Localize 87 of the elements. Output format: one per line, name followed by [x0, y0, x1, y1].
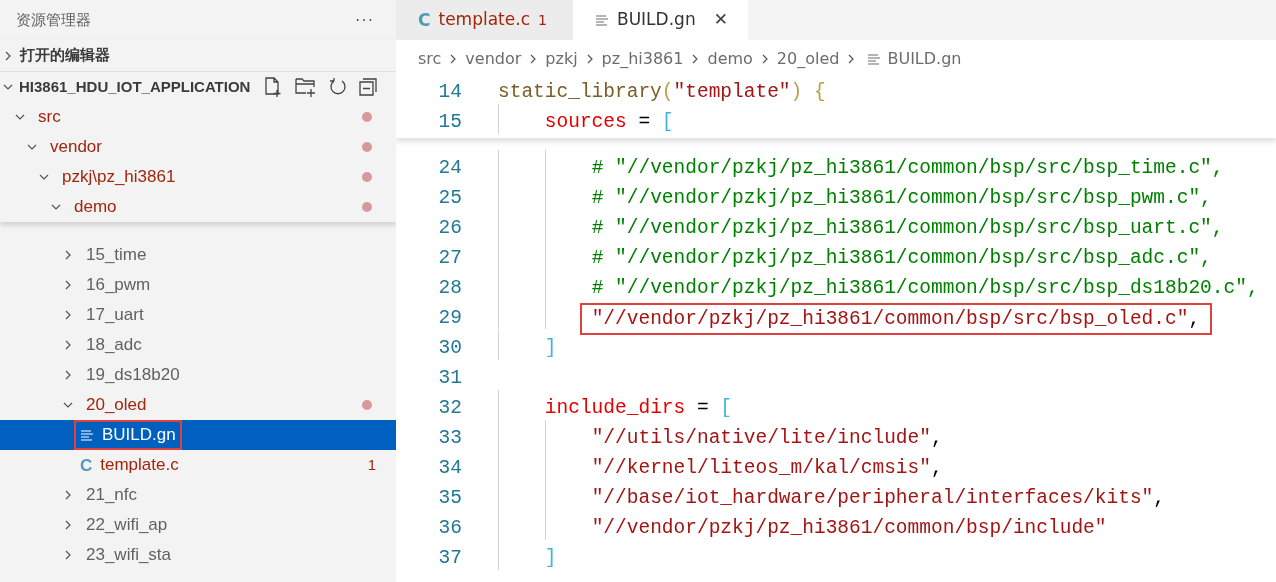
tree-item[interactable]: 20_oled	[0, 390, 396, 420]
line-number: 25	[437, 186, 462, 212]
breadcrumb-item[interactable]: pz_hi3861	[601, 47, 684, 71]
tab-label: BUILD.gn	[617, 8, 696, 32]
tree-item[interactable]: 17_uart	[0, 300, 396, 330]
tree-item[interactable]: 21_nfc	[0, 480, 396, 510]
code-line: # "//vendor/pzkj/pz_hi3861/common/bsp/src/bsp_uart.c",	[590, 216, 1224, 242]
line-number: 36	[437, 516, 462, 542]
line-number: 30	[437, 336, 462, 362]
item-label: 22_wifi_ap	[86, 514, 168, 537]
line-number: 28	[437, 276, 462, 302]
line-number: 37	[437, 546, 462, 572]
tree-item[interactable]: 22_wifi_ap	[0, 510, 396, 540]
item-label: template.c	[100, 454, 179, 477]
code-line: # "//vendor/pzkj/pz_hi3861/common/bsp/src/bsp_time.c",	[590, 156, 1224, 182]
code-line: # "//vendor/pzkj/pz_hi3861/common/bsp/src/bsp_pwm.c",	[590, 186, 1212, 212]
code-line: # "//vendor/pzkj/pz_hi3861/common/bsp/src/bsp_ds18b20.c",	[590, 276, 1259, 302]
breadcrumb-item[interactable]: 20_oled	[776, 47, 840, 71]
item-label: 16_pwm	[86, 274, 151, 297]
code-line: static_library("template") {	[498, 80, 826, 106]
code-line: "//utils/native/lite/include",	[590, 426, 943, 452]
item-label: 23_wifi_sta	[86, 544, 172, 567]
code-line: sources = [	[543, 110, 674, 136]
c-file-icon: C	[80, 456, 93, 474]
item-label: 15_time	[86, 244, 147, 267]
lines-icon	[595, 14, 609, 26]
line-number: 34	[437, 456, 462, 482]
new-folder-icon[interactable]	[294, 76, 318, 98]
item-label: src	[38, 106, 61, 129]
item-label: pzkj\pz_hi3861	[62, 166, 176, 189]
item-label: BUILD.gn	[102, 424, 176, 447]
editor-tab[interactable]: BUILD.gn ✕	[573, 0, 748, 40]
line-number: 35	[437, 486, 462, 512]
tree-item[interactable]: 19_ds18b20	[0, 360, 396, 390]
breadcrumb-item[interactable]: src	[418, 47, 442, 71]
c-file-icon: C	[418, 11, 431, 29]
tree-item[interactable]: pzkj\pz_hi3861	[0, 162, 396, 192]
lines-icon	[80, 429, 94, 441]
tree-item[interactable]: vendor	[0, 132, 396, 162]
tree-item[interactable]: BUILD.gn	[0, 420, 396, 450]
breadcrumb-item[interactable]: vendor	[465, 47, 522, 71]
sidebar-title: 资源管理器	[16, 9, 91, 30]
tree-item[interactable]: 16_pwm	[0, 270, 396, 300]
code-line: "//base/iot_hardware/peripheral/interfaces/kits",	[590, 486, 1166, 512]
code-line: "//vendor/pzkj/pz_hi3861/common/bsp/include"	[590, 516, 1107, 542]
item-label: 18_adc	[86, 334, 142, 357]
line-number: 32	[437, 396, 462, 422]
line-number: 14	[437, 80, 462, 106]
more-actions-button[interactable]: ···	[355, 8, 374, 32]
tree-item[interactable]: C template.c 1	[0, 450, 396, 480]
item-label: vendor	[50, 136, 102, 159]
item-label: 17_uart	[86, 304, 144, 327]
breadcrumb-item[interactable]: BUILD.gn	[887, 47, 962, 71]
item-label: 21_nfc	[86, 484, 138, 507]
lines-icon	[867, 53, 882, 65]
line-number: 27	[437, 246, 462, 272]
editor-tab[interactable]: C template.c 1	[396, 0, 573, 40]
refresh-icon[interactable]	[328, 77, 348, 97]
problem-count: 1	[367, 454, 376, 475]
project-header[interactable]: HI3861_HDU_IOT_APPLICATION	[0, 72, 396, 102]
tree-item[interactable]: src	[0, 102, 396, 132]
tree-item[interactable]: 15_time	[0, 240, 396, 270]
line-number: 29	[437, 306, 462, 332]
tree-item[interactable]: 23_wifi_sta	[0, 540, 396, 570]
line-number: 33	[437, 426, 462, 452]
code-line: ]	[543, 336, 557, 362]
line-number: 26	[437, 216, 462, 242]
item-label: 19_ds18b20	[86, 364, 180, 387]
section-header[interactable]: 打开的编辑器	[0, 40, 396, 72]
collapse-all-icon[interactable]	[358, 77, 378, 97]
code-line: ]	[543, 546, 557, 572]
line-number: 31	[437, 366, 462, 392]
tab-label: template.c	[438, 8, 530, 32]
close-button[interactable]: ✕	[713, 7, 728, 33]
breadcrumb-item[interactable]: pzkj	[545, 47, 578, 71]
item-label: demo	[74, 196, 117, 219]
line-number: 24	[437, 156, 462, 182]
code-line: # "//vendor/pzkj/pz_hi3861/common/bsp/src/bsp_adc.c",	[590, 246, 1212, 272]
breadcrumb-item[interactable]: demo	[707, 47, 753, 71]
tree-item[interactable]: demo	[0, 192, 396, 222]
code-line: "//kernel/liteos_m/kal/cmsis",	[590, 456, 943, 482]
code-line: include_dirs = [	[543, 396, 733, 422]
problem-count: 1	[538, 10, 547, 30]
tree-item[interactable]: 18_adc	[0, 330, 396, 360]
item-label: 20_oled	[86, 394, 147, 417]
line-number: 15	[437, 110, 462, 136]
new-file-icon[interactable]	[262, 76, 284, 98]
